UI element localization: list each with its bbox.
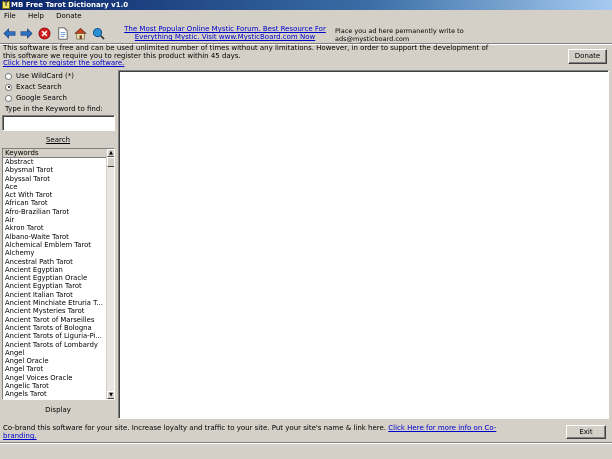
keyword-item[interactable]: Alchemy: [5, 249, 107, 257]
ad-placement-text: Place you ad here permanently write to a…: [335, 27, 464, 43]
keyword-list-header[interactable]: Keywords: [3, 149, 107, 158]
keyword-item[interactable]: Ace: [5, 183, 107, 191]
bottom-separator: [0, 442, 612, 444]
notice-text: This software is free and can be used un…: [3, 44, 489, 60]
menu-help[interactable]: Help: [28, 12, 44, 20]
menu-file[interactable]: File: [4, 12, 16, 20]
scroll-up-icon[interactable]: ▲: [107, 149, 114, 157]
keyword-item[interactable]: Alchemical Emblem Tarot: [5, 241, 107, 249]
keyword-item[interactable]: Ancient Tarots of Lombardy: [5, 341, 107, 349]
cobrand-footer: Co-brand this software for your site. In…: [3, 424, 503, 440]
forward-arrow-icon[interactable]: [19, 25, 34, 41]
keyword-item[interactable]: Ancient Tarots of Liguria-Pi...: [5, 332, 107, 340]
radio-exact-search[interactable]: Exact Search: [5, 82, 62, 92]
keyword-item[interactable]: Ancient Egyptian: [5, 266, 107, 274]
keyword-item[interactable]: Ancient Tarots of Bologna: [5, 324, 107, 332]
keyword-item[interactable]: Abyssal Tarot: [5, 175, 107, 183]
scroll-down-icon[interactable]: ▼: [107, 391, 114, 399]
menu-bar: File Help Donate: [0, 11, 612, 22]
keyword-item[interactable]: Ancient Egyptian Oracle: [5, 274, 107, 282]
radio-wildcard[interactable]: Use WildCard (*): [5, 71, 74, 81]
register-link[interactable]: Click here to register the software.: [3, 59, 503, 68]
keyword-scrollbar[interactable]: ▲ ▼: [106, 149, 114, 399]
keyword-item[interactable]: Akron Tarot: [5, 224, 107, 232]
document-icon[interactable]: [55, 25, 70, 41]
keyword-item[interactable]: Air: [5, 216, 107, 224]
keyword-item[interactable]: African Tarot: [5, 199, 107, 207]
keyword-items: Abstract Abysmal Tarot Abyssal Tarot Ace Act…: [3, 158, 107, 399]
keyword-item[interactable]: Afro-Brazilian Tarot: [5, 208, 107, 216]
keyword-item[interactable]: Albano-Waite Tarot: [5, 233, 107, 241]
keyword-item[interactable]: Ancient Tarot of Marseilles: [5, 316, 107, 324]
menu-donate[interactable]: Donate: [56, 12, 81, 20]
registration-notice: This software is free and can be used un…: [3, 44, 503, 68]
keyword-item[interactable]: Angels Tarot: [5, 390, 107, 398]
keyword-input[interactable]: [2, 115, 115, 131]
window-title: MB Free Tarot Dictionary v1.0: [11, 1, 129, 9]
search-globe-icon[interactable]: [91, 25, 106, 41]
radio-indicator: [5, 94, 12, 102]
display-button[interactable]: Display: [30, 405, 86, 415]
donate-button[interactable]: Donate: [568, 49, 607, 64]
home-icon[interactable]: [73, 25, 88, 41]
scroll-thumb[interactable]: [107, 157, 114, 167]
keyword-item[interactable]: Ancestral Path Tarot: [5, 258, 107, 266]
keyword-item[interactable]: Abysmal Tarot: [5, 166, 107, 174]
radio-label: Use WildCard (*): [16, 72, 74, 80]
keyword-item[interactable]: Angel: [5, 349, 107, 357]
app-icon: T: [2, 1, 10, 9]
radio-google-search[interactable]: Google Search: [5, 93, 67, 103]
keyword-list[interactable]: Keywords Abstract Abysmal Tarot Abyssal Ta…: [2, 148, 115, 400]
keyword-item[interactable]: Angel Tarot: [5, 365, 107, 373]
keyword-item[interactable]: Angelic Tarot: [5, 382, 107, 390]
keyword-item[interactable]: Ancient Minchiate Etruria T...: [5, 299, 107, 307]
keyword-item[interactable]: Ancient Italian Tarot: [5, 291, 107, 299]
exit-button[interactable]: Exit: [566, 425, 606, 439]
keyword-item[interactable]: Angel Voices Oracle: [5, 374, 107, 382]
stop-icon[interactable]: [37, 25, 52, 41]
keyword-item[interactable]: Act With Tarot: [5, 191, 107, 199]
radio-indicator: [5, 72, 12, 80]
definition-display-area[interactable]: [118, 70, 609, 419]
keyword-item[interactable]: Abstract: [5, 158, 107, 166]
back-arrow-icon[interactable]: [2, 25, 17, 41]
search-button[interactable]: Search: [30, 135, 86, 145]
keyword-item[interactable]: Ancient Mysteries Tarot: [5, 307, 107, 315]
keyword-item[interactable]: Ancient Egyptian Tarot: [5, 282, 107, 290]
keyword-prompt: Type in the Keyword to find:: [5, 105, 103, 113]
title-bar: T MB Free Tarot Dictionary v1.0: [0, 0, 612, 10]
radio-label: Google Search: [16, 94, 67, 102]
cobrand-text: Co-brand this software for your site. In…: [3, 424, 387, 432]
keyword-item[interactable]: Angel Oracle: [5, 357, 107, 365]
radio-label: Exact Search: [16, 83, 62, 91]
ad-link[interactable]: The Most Popular Online Mystic Forum. Be…: [118, 25, 332, 41]
radio-indicator: [5, 83, 12, 91]
